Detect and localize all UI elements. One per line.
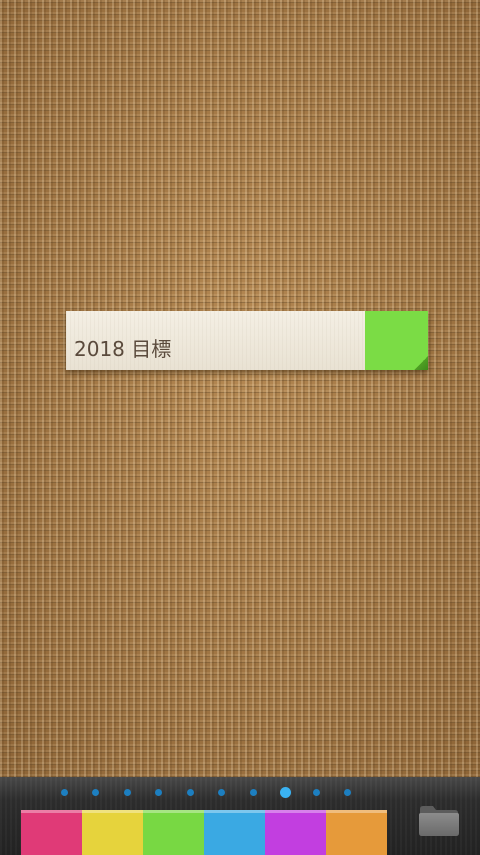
page-dot-active[interactable] (280, 787, 291, 798)
page-dot[interactable] (61, 789, 68, 796)
sticky-note[interactable]: 2018 目標 (66, 311, 428, 370)
note-title: 2018 目標 (74, 337, 172, 361)
page-dot[interactable] (250, 789, 257, 796)
swatch-blue[interactable] (204, 810, 265, 855)
folder-icon[interactable] (418, 803, 460, 837)
note-color-tab[interactable] (365, 311, 428, 370)
swatch-yellow[interactable] (82, 810, 143, 855)
bottom-toolbar (0, 777, 480, 855)
page-dot[interactable] (187, 789, 194, 796)
page-dot[interactable] (155, 789, 162, 796)
note-paper: 2018 目標 (66, 311, 365, 370)
page-dot[interactable] (218, 789, 225, 796)
page-dot[interactable] (92, 789, 99, 796)
swatch-pink[interactable] (21, 810, 82, 855)
page-dot[interactable] (344, 789, 351, 796)
corkboard-background: 2018 目標 (0, 0, 480, 777)
swatch-purple[interactable] (265, 810, 326, 855)
swatch-orange[interactable] (326, 810, 387, 855)
page-dot[interactable] (313, 789, 320, 796)
color-palette (21, 810, 387, 855)
page-indicator (0, 787, 480, 799)
tab-curl (414, 356, 428, 370)
page-dot[interactable] (124, 789, 131, 796)
swatch-green[interactable] (143, 810, 204, 855)
